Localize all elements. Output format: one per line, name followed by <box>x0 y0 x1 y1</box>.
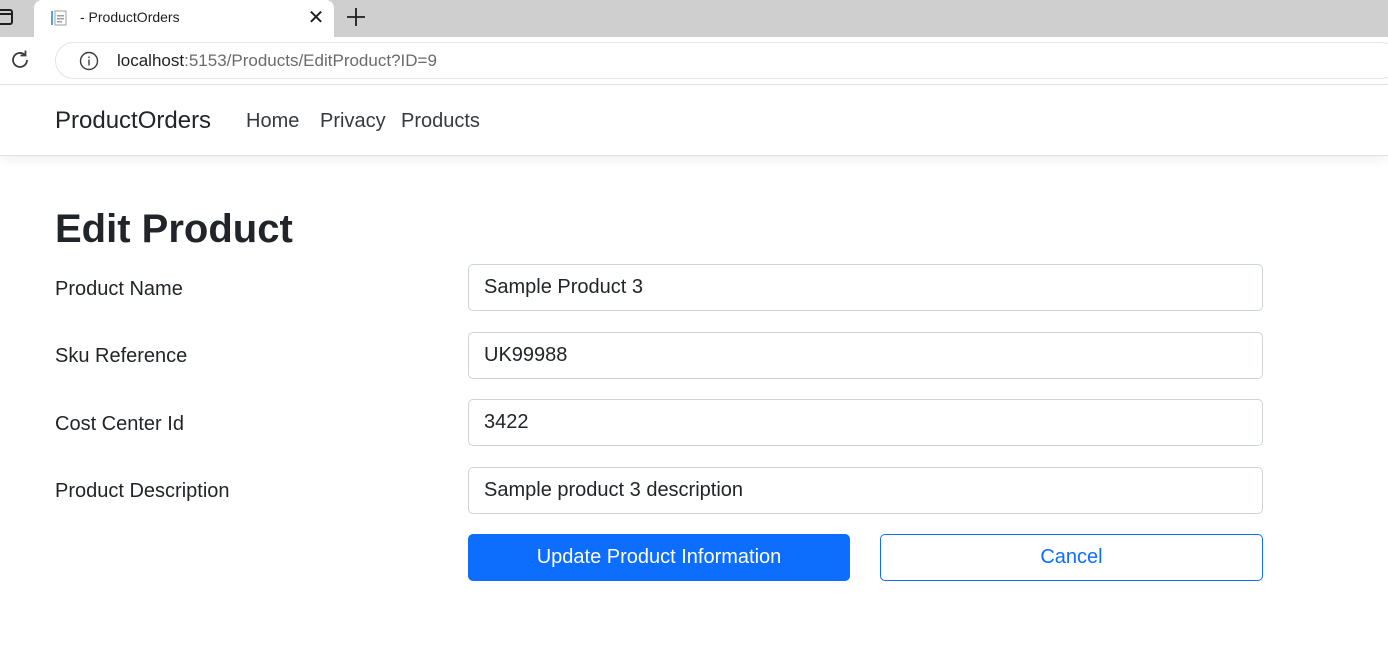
product-description-input[interactable] <box>468 467 1263 514</box>
browser-tab[interactable]: - ProductOrders ✕ <box>34 0 334 37</box>
cancel-button[interactable]: Cancel <box>880 534 1263 581</box>
address-bar: localhost:5153/Products/EditProduct?ID=9 <box>0 37 1388 85</box>
info-icon[interactable] <box>79 51 99 71</box>
sku-reference-input[interactable] <box>468 332 1263 379</box>
plus-icon[interactable] <box>344 5 368 29</box>
sku-reference-label: Sku Reference <box>55 345 188 367</box>
nav-link-home[interactable]: Home <box>246 110 299 133</box>
page-title: Edit Product <box>55 207 293 251</box>
browser-tab-strip: - ProductOrders ✕ <box>0 0 1388 37</box>
brand-link[interactable]: ProductOrders <box>55 107 211 135</box>
nav-link-privacy[interactable]: Privacy <box>320 110 386 133</box>
cost-center-id-label: Cost Center Id <box>55 413 184 435</box>
url-text: localhost:5153/Products/EditProduct?ID=9 <box>117 51 437 71</box>
update-product-button[interactable]: Update Product Information <box>468 534 850 581</box>
reload-icon[interactable] <box>8 48 32 72</box>
cost-center-id-input[interactable] <box>468 399 1263 446</box>
tab-title: - ProductOrders <box>80 9 180 25</box>
product-name-input[interactable] <box>468 264 1263 311</box>
product-name-label: Product Name <box>55 278 183 300</box>
url-path: :5153/Products/EditProduct?ID=9 <box>184 51 437 70</box>
window-icon[interactable] <box>0 9 13 25</box>
nav-link-products[interactable]: Products <box>401 110 480 133</box>
close-icon[interactable]: ✕ <box>306 8 326 28</box>
url-input[interactable]: localhost:5153/Products/EditProduct?ID=9 <box>55 42 1388 79</box>
url-host: localhost <box>117 51 185 70</box>
page-favicon-icon <box>51 10 67 26</box>
site-navbar: ProductOrders Home Privacy Products <box>0 86 1388 156</box>
product-description-label: Product Description <box>55 480 230 502</box>
